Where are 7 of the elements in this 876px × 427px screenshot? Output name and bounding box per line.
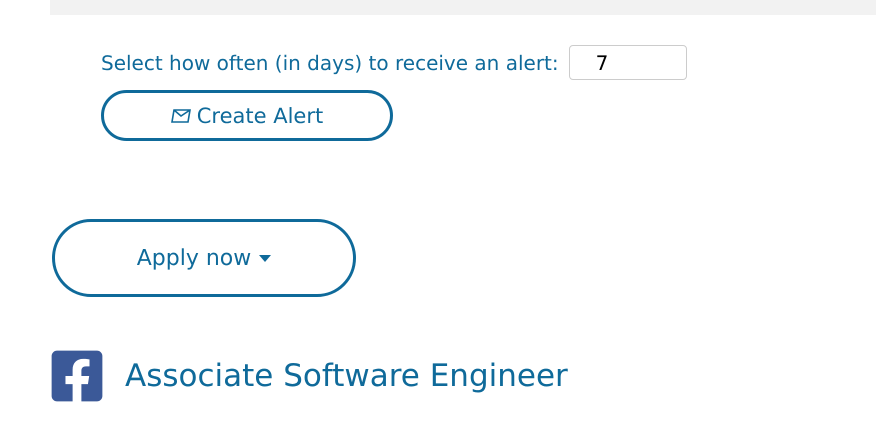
days-input-field[interactable]: 7	[568, 45, 687, 80]
envelope-icon	[170, 108, 191, 122]
alert-frequency-label: Select how often (in days) to receive an alert:	[101, 50, 559, 74]
job-title: Associate Software Engineer	[125, 358, 568, 394]
apply-now-button[interactable]: Apply now	[52, 219, 356, 297]
caret-icon	[259, 254, 272, 262]
create-alert-button[interactable]: Create Alert	[101, 90, 393, 141]
